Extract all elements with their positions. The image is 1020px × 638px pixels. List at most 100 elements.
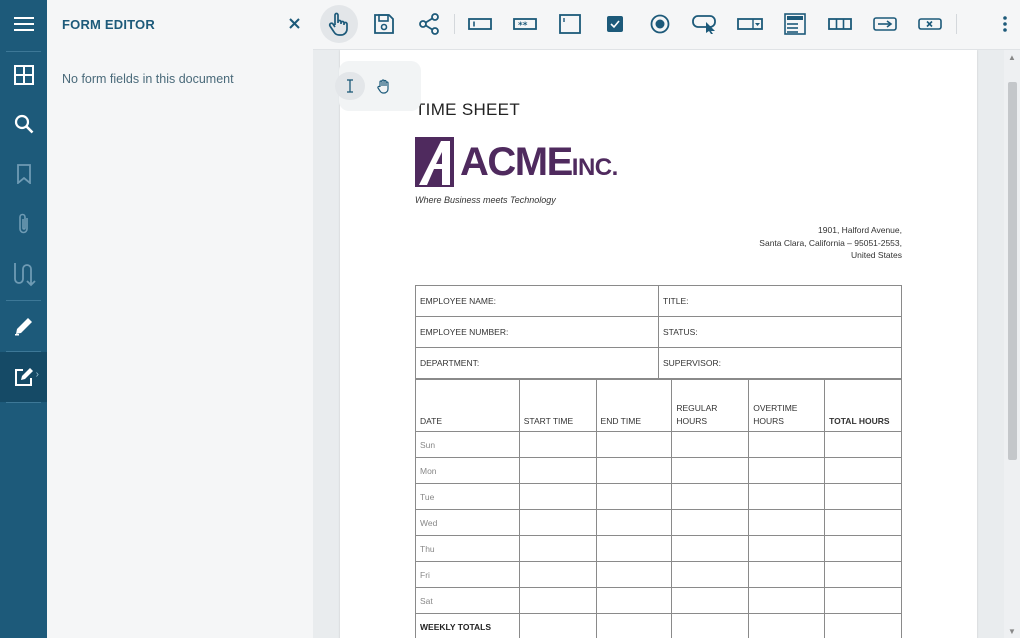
table-cell	[671, 561, 750, 588]
weekly-totals-label: WEEKLY TOTALS	[415, 613, 520, 638]
textbox-field-icon	[468, 18, 492, 30]
table-row: EMPLOYEE NAME: TITLE:	[415, 285, 902, 317]
table-cell	[748, 483, 826, 510]
svg-text:**: **	[518, 21, 528, 30]
toolbar-divider	[956, 14, 957, 34]
logo-suffix: INC.	[571, 154, 619, 181]
thumbnails-icon	[13, 65, 34, 85]
pan-hand-icon	[377, 79, 389, 94]
table-cell	[671, 431, 750, 458]
table-cell	[824, 483, 902, 510]
table-cell	[518, 535, 597, 562]
more-icon	[1003, 16, 1007, 32]
company-tagline: Where Business meets Technology	[415, 195, 556, 205]
close-panel-button[interactable]	[285, 12, 303, 34]
pan-button[interactable]	[369, 72, 399, 100]
share-icon	[419, 13, 439, 35]
multiline-field-icon	[559, 14, 581, 34]
rail-divider	[6, 402, 41, 403]
close-icon	[288, 17, 300, 29]
scroll-up-icon[interactable]: ▲	[1007, 53, 1017, 62]
document-viewer[interactable]: TIME SHEET ACMEINC. Where Business meets…	[313, 50, 1020, 638]
share-button[interactable]	[410, 5, 448, 43]
document-page: TIME SHEET ACMEINC. Where Business meets…	[340, 50, 977, 638]
more-options-button[interactable]	[986, 5, 1020, 43]
table-row: Wed	[415, 509, 902, 536]
day-cell: Sat	[415, 587, 520, 614]
bookmarks-button[interactable]	[0, 150, 47, 198]
save-button[interactable]	[365, 5, 403, 43]
table-row: Fri	[415, 561, 902, 588]
tab-order-icon	[873, 17, 897, 31]
checkbox-field-icon	[607, 16, 623, 32]
column-header-date: DATE	[415, 379, 520, 432]
form-editor-button[interactable]: ›	[0, 352, 47, 402]
table-cell	[824, 587, 902, 614]
search-icon	[14, 114, 33, 134]
address-line: United States	[850, 250, 902, 260]
column-header-overtime-hours: OVERTIME HOURS	[748, 379, 826, 432]
table-cell	[595, 483, 673, 510]
text-select-button[interactable]	[335, 72, 365, 100]
table-row: Sat	[415, 587, 902, 614]
dropdown-field-icon	[737, 18, 763, 30]
table-cell	[748, 535, 826, 562]
table-row: Tue	[415, 483, 902, 510]
empty-fields-message: No form fields in this document	[62, 72, 234, 86]
signature-icon	[13, 263, 36, 287]
table-row: Sun	[415, 431, 902, 458]
info-label-status: STATUS:	[658, 316, 902, 348]
listbox-field-icon	[784, 13, 806, 35]
time-sheet-table: DATE START TIME END TIME REGULAR HOURS OV…	[415, 379, 902, 638]
checkbox-field-button[interactable]	[596, 5, 634, 43]
chevron-right-icon: ›	[35, 369, 39, 380]
table-cell	[748, 587, 826, 614]
table-cell	[671, 509, 750, 536]
info-label-department: DEPARTMENT:	[415, 347, 659, 379]
scroll-down-icon[interactable]: ▼	[1007, 627, 1017, 636]
table-header-row: DATE START TIME END TIME REGULAR HOURS OV…	[415, 379, 902, 432]
tab-order-button[interactable]	[866, 5, 904, 43]
selection-mode-toolbar	[335, 61, 421, 111]
search-button[interactable]	[0, 100, 47, 148]
password-field-button[interactable]: **	[506, 5, 544, 43]
table-cell	[671, 587, 750, 614]
column-header-total-hours: TOTAL HOURS	[824, 379, 902, 432]
combobox-field-button[interactable]	[821, 5, 859, 43]
info-label-supervisor: SUPERVISOR:	[658, 347, 902, 379]
table-cell	[671, 535, 750, 562]
table-cell	[518, 431, 597, 458]
company-address: 1901, Halford Avenue, Santa Clara, Calif…	[759, 224, 902, 262]
textbox-field-button[interactable]	[461, 5, 499, 43]
table-row: WEEKLY TOTALS	[415, 613, 902, 638]
toolbar-divider	[454, 14, 455, 34]
scrollbar-thumb[interactable]	[1008, 82, 1017, 460]
info-label-employee-name: EMPLOYEE NAME:	[415, 285, 659, 317]
menu-icon	[13, 17, 34, 31]
table-cell	[595, 457, 673, 484]
button-field-button[interactable]	[686, 5, 724, 43]
delete-field-button[interactable]	[911, 5, 949, 43]
annotation-button[interactable]	[0, 302, 47, 350]
pointer-hand-icon	[328, 12, 348, 36]
listbox-field-button[interactable]	[776, 5, 814, 43]
navigation-rail: ›	[0, 0, 47, 638]
dropdown-field-button[interactable]	[731, 5, 769, 43]
bookmark-icon	[16, 164, 31, 184]
vertical-scrollbar[interactable]: ▲ ▼	[1004, 50, 1020, 638]
column-header-start-time: START TIME	[518, 379, 597, 432]
menu-button[interactable]	[0, 0, 47, 48]
radio-field-button[interactable]	[641, 5, 679, 43]
pointer-hand-button[interactable]	[320, 5, 358, 43]
table-cell	[824, 457, 902, 484]
table-cell	[595, 613, 673, 638]
multiline-field-button[interactable]	[551, 5, 589, 43]
table-cell	[671, 483, 750, 510]
table-cell	[824, 509, 902, 536]
thumbnails-button[interactable]	[0, 51, 47, 99]
table-row: Thu	[415, 535, 902, 562]
table-cell	[748, 613, 826, 638]
signature-button[interactable]	[0, 250, 47, 298]
day-cell: Tue	[415, 483, 520, 510]
attachments-button[interactable]	[0, 200, 47, 248]
